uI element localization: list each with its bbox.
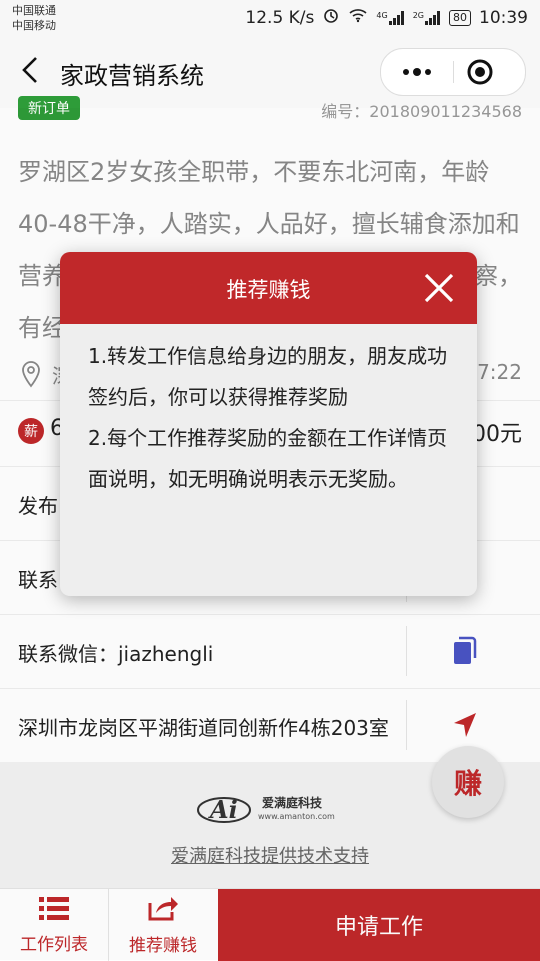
network-speed: 12.5 K/s [245, 7, 315, 28]
clock: 10:39 [479, 7, 528, 28]
alarm-icon [322, 6, 340, 29]
carrier-2: 中国移动 [12, 19, 56, 32]
close-icon[interactable] [419, 268, 459, 308]
modal-title: 推荐赚钱 [226, 278, 311, 302]
carrier-info: 中国联通 中国移动 [12, 3, 56, 33]
more-icon[interactable] [381, 49, 453, 95]
capsule-divider [453, 61, 454, 83]
signal-icon-2: 2G [412, 10, 441, 25]
close-miniprogram-icon[interactable] [465, 57, 495, 87]
modal-header: 推荐赚钱 [60, 252, 477, 324]
miniprogram-capsule [380, 48, 526, 96]
status-indicators: 12.5 K/s 4G 2G 80 10:39 [245, 6, 528, 29]
wifi-icon [348, 7, 368, 28]
carrier-1: 中国联通 [12, 4, 56, 17]
signal-type-2g: 2G [412, 10, 424, 20]
modal-body: 1.转发工作信息给身边的朋友，朋友成功签约后，你可以获得推荐奖励 2.每个工作推… [88, 336, 458, 500]
back-arrow-icon[interactable] [18, 56, 42, 84]
signal-type-4g: 4G [376, 10, 388, 20]
battery-indicator: 80 [449, 9, 471, 26]
signal-icon: 4G [376, 10, 404, 25]
modal-rule-1: 1.转发工作信息给身边的朋友，朋友成功签约后，你可以获得推荐奖励 [88, 344, 448, 409]
status-bar: 中国联通 中国移动 12.5 K/s 4G 2G 80 10:39 [0, 0, 540, 36]
recommend-earn-modal: 推荐赚钱 1.转发工作信息给身边的朋友，朋友成功签约后，你可以获得推荐奖励 2.… [60, 252, 477, 596]
modal-rule-2: 2.每个工作推荐奖励的金额在工作详情页面说明，如无明确说明表示无奖励。 [88, 426, 448, 491]
page-title: 家政营销系统 [60, 62, 204, 90]
